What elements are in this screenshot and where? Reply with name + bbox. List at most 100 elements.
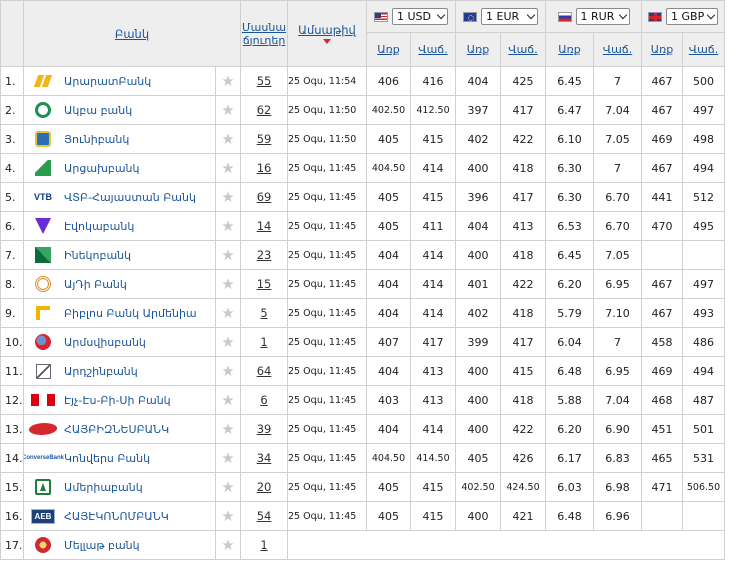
branches-cell[interactable]: 16	[240, 153, 289, 183]
favorite-cell[interactable]: ★	[214, 66, 242, 96]
favorite-cell[interactable]: ★	[214, 95, 242, 125]
branches-cell[interactable]: 34	[240, 443, 289, 473]
star-icon[interactable]: ★	[217, 275, 240, 293]
rur-buy-header[interactable]: Առք	[545, 32, 595, 67]
branches-link[interactable]: 69	[257, 190, 272, 204]
branches-link[interactable]: 39	[257, 422, 272, 436]
branches-link[interactable]: 34	[257, 451, 272, 465]
bank-logo[interactable]	[28, 71, 58, 91]
bank-cell[interactable]: Մելլաթ բանկ	[23, 530, 216, 560]
bank-name-link[interactable]: Ակբա բանկ	[64, 104, 132, 117]
star-icon[interactable]: ★	[217, 159, 240, 177]
bank-cell[interactable]: Արցախբանկ	[23, 153, 216, 183]
star-icon[interactable]: ★	[217, 536, 240, 554]
star-icon[interactable]: ★	[217, 217, 240, 235]
bank-sort-link[interactable]: Բանկ	[115, 27, 149, 41]
bank-cell[interactable]: VTB ՎՏԲ-Հայաստան Բանկ	[23, 182, 216, 212]
rur-currency-select[interactable]: 1 RUR	[575, 8, 630, 25]
branches-link[interactable]: 23	[257, 248, 272, 262]
bank-name-link[interactable]: ՀԱՅԲԻԶՆԵՍԲԱՆԿ	[64, 423, 169, 436]
bank-name-link[interactable]: Էվոկաբանկ	[64, 220, 134, 233]
bank-logo[interactable]	[28, 216, 58, 236]
bank-name-link[interactable]: Կոնվերս Բանկ	[64, 452, 150, 465]
branches-cell[interactable]: 20	[240, 472, 289, 502]
bank-logo[interactable]	[28, 158, 58, 178]
bank-cell[interactable]: Ամերիաբանկ	[23, 472, 216, 502]
date-header[interactable]: Ամսաթիվ	[287, 0, 368, 67]
branches-link[interactable]: 20	[257, 480, 272, 494]
bank-logo[interactable]	[28, 390, 58, 410]
bank-cell[interactable]: Յունիբանկ	[23, 124, 216, 154]
star-icon[interactable]: ★	[217, 72, 240, 90]
bank-name-link[interactable]: Յունիբանկ	[64, 133, 129, 146]
usd-sell-header[interactable]: Վաճ.	[410, 32, 457, 67]
bank-cell[interactable]: ԱրարատԲանկ	[23, 66, 216, 96]
branches-cell[interactable]: 1	[240, 327, 289, 357]
branches-cell[interactable]: 64	[240, 356, 289, 386]
bank-cell[interactable]: Արդշինբանկ	[23, 356, 216, 386]
bank-logo[interactable]	[28, 129, 58, 149]
star-icon[interactable]: ★	[217, 333, 240, 351]
favorite-cell[interactable]: ★	[214, 153, 242, 183]
rur-sell-header[interactable]: Վաճ.	[593, 32, 643, 67]
bank-header[interactable]: Բանկ	[22, 0, 242, 67]
bank-name-link[interactable]: ԱրարատԲանկ	[64, 75, 151, 88]
bank-name-link[interactable]: Էյչ-Էս-Բի-Սի Բանկ	[64, 394, 171, 407]
bank-logo[interactable]	[28, 100, 58, 120]
favorite-cell[interactable]: ★	[214, 211, 242, 241]
bank-cell[interactable]: ՀԱՅԲԻԶՆԵՍԲԱՆԿ	[23, 414, 216, 444]
branches-cell[interactable]: 5	[240, 298, 289, 328]
gbp-currency-select[interactable]: 1 GBP	[666, 8, 719, 25]
bank-logo[interactable]	[28, 303, 58, 323]
branches-cell[interactable]: 55	[240, 66, 289, 96]
favorite-cell[interactable]: ★	[214, 182, 242, 212]
branches-header[interactable]: Մասնա ճյուղեր	[240, 0, 289, 67]
branches-cell[interactable]: 69	[240, 182, 289, 212]
bank-logo[interactable]	[27, 419, 59, 439]
branches-cell[interactable]: 39	[240, 414, 289, 444]
branches-link[interactable]: 55	[257, 74, 272, 88]
branches-link[interactable]: 1	[260, 538, 267, 552]
bank-cell[interactable]: Ակբա բանկ	[23, 95, 216, 125]
star-icon[interactable]: ★	[217, 101, 240, 119]
bank-name-link[interactable]: Մելլաթ բանկ	[64, 539, 140, 552]
bank-logo[interactable]	[28, 245, 58, 265]
gbp-buy-header[interactable]: Առք	[641, 32, 684, 67]
bank-name-link[interactable]: Արցախբանկ	[64, 162, 140, 175]
branches-link[interactable]: 62	[257, 103, 272, 117]
branches-link[interactable]: 54	[257, 509, 272, 523]
star-icon[interactable]: ★	[217, 478, 240, 496]
bank-cell[interactable]: AEB ՀԱՅԷԿՈՆՈՄԲԱՆԿ	[23, 501, 216, 531]
star-icon[interactable]: ★	[217, 391, 240, 409]
branches-cell[interactable]: 59	[240, 124, 289, 154]
bank-cell[interactable]: Էյչ-Էս-Բի-Սի Բանկ	[23, 385, 216, 415]
bank-cell[interactable]: ConverseBank Կոնվերս Բանկ	[23, 443, 216, 473]
branches-cell[interactable]: 6	[240, 385, 289, 415]
usd-buy-header[interactable]: Առք	[366, 32, 412, 67]
favorite-cell[interactable]: ★	[214, 269, 242, 299]
branches-cell[interactable]: 62	[240, 95, 289, 125]
bank-logo[interactable]: AEB	[28, 506, 58, 526]
branches-sort-link[interactable]: Մասնա ճյուղեր	[242, 21, 286, 47]
bank-name-link[interactable]: Ամերիաբանկ	[64, 481, 143, 494]
gbp-sell-header[interactable]: Վաճ.	[682, 32, 726, 67]
favorite-cell[interactable]: ★	[214, 472, 242, 502]
date-sort-link[interactable]: Ամսաթիվ	[298, 23, 356, 37]
favorite-cell[interactable]: ★	[214, 298, 242, 328]
star-icon[interactable]: ★	[217, 188, 240, 206]
star-icon[interactable]: ★	[217, 130, 240, 148]
branches-cell[interactable]: 23	[240, 240, 289, 270]
bank-name-link[interactable]: Ինեկոբանկ	[64, 249, 131, 262]
branches-link[interactable]: 6	[260, 393, 267, 407]
star-icon[interactable]: ★	[217, 246, 240, 264]
star-icon[interactable]: ★	[217, 362, 240, 380]
branches-link[interactable]: 64	[257, 364, 272, 378]
branches-cell[interactable]: 1	[240, 530, 289, 560]
branches-link[interactable]: 15	[257, 277, 272, 291]
favorite-cell[interactable]: ★	[214, 443, 242, 473]
bank-name-link[interactable]: Արդշինբանկ	[64, 365, 138, 378]
favorite-cell[interactable]: ★	[214, 414, 242, 444]
branches-link[interactable]: 59	[257, 132, 272, 146]
bank-logo[interactable]	[28, 535, 58, 555]
branches-link[interactable]: 5	[260, 306, 267, 320]
